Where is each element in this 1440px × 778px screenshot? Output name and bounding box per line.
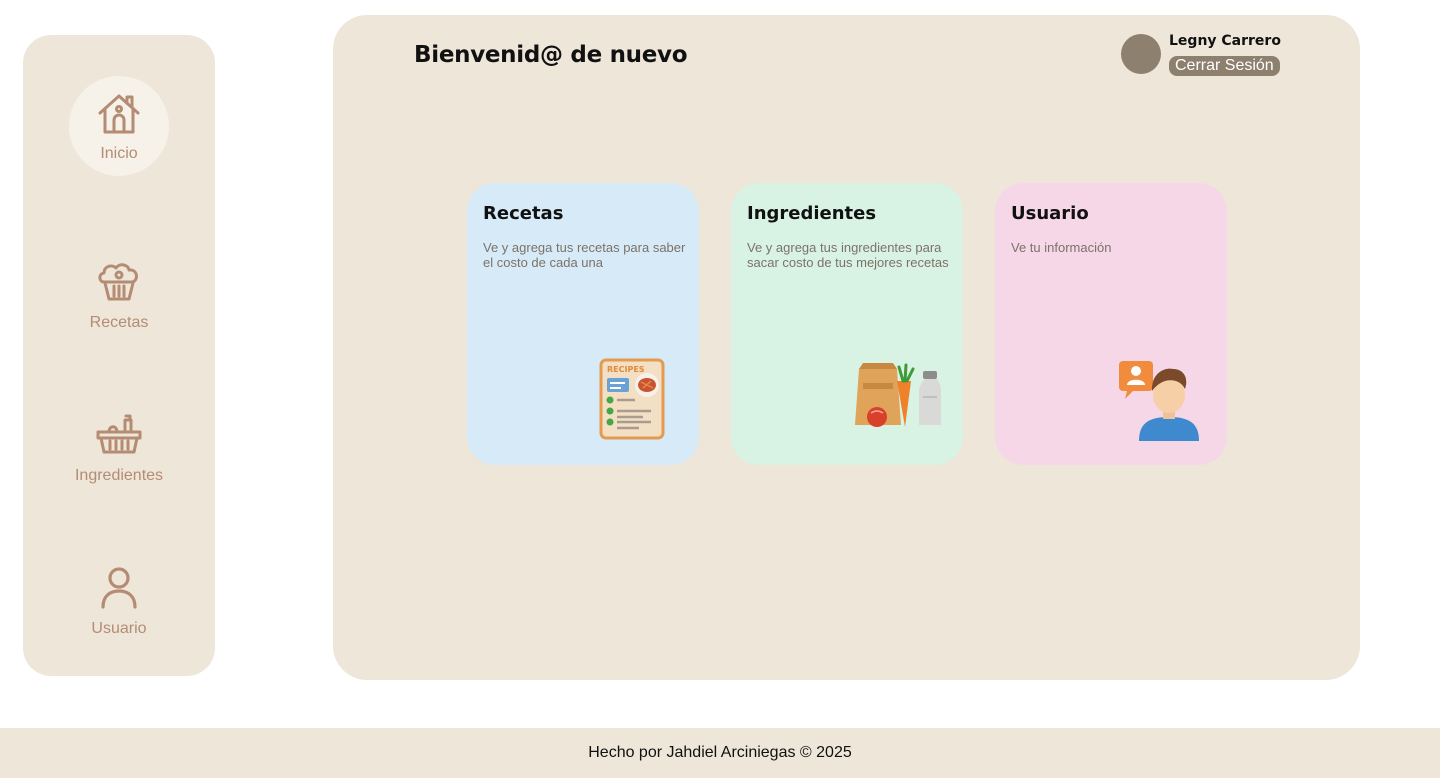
main-panel: Bienvenid@ de nuevo Legny Carrero Cerrar… [333,15,1360,680]
footer: Hecho por Jahdiel Arciniegas © 2025 [0,728,1440,778]
user-profile-icon [1117,359,1203,446]
muffin-icon [95,257,143,310]
card-title: Usuario [1011,203,1089,224]
card-description: Ve y agrega tus ingredientes para sacar … [747,240,949,270]
sidebar-item-recetas[interactable]: Recetas [69,244,169,344]
sidebar-item-label: Inicio [100,144,138,162]
user-name: Legny Carrero [1169,33,1281,49]
card-usuario[interactable]: Usuario Ve tu información [995,183,1227,465]
home-icon [95,90,143,143]
card-title: Recetas [483,203,564,224]
sidebar-item-inicio[interactable]: Inicio [69,76,169,176]
sidebar-item-label: Ingredientes [74,466,164,484]
basket-icon [95,410,143,463]
logout-button[interactable]: Cerrar Sesión [1169,56,1280,76]
card-ingredientes[interactable]: Ingredientes Ve y agrega tus ingrediente… [731,183,963,465]
card-description: Ve tu información [1011,240,1112,255]
sidebar-item-ingredientes[interactable]: Ingredientes [69,397,169,497]
footer-text: Hecho por Jahdiel Arciniegas © 2025 [588,744,852,761]
recipes-document-icon: RECIPES [599,358,665,445]
sidebar-item-label: Recetas [89,313,149,331]
recipes-heading-text: RECIPES [607,365,645,374]
sidebar-item-usuario[interactable]: Usuario [69,550,169,650]
card-title: Ingredientes [747,203,877,224]
sidebar: Inicio Recetas Ingredientes Usuario [23,35,215,676]
avatar[interactable] [1121,34,1161,74]
card-description: Ve y agrega tus recetas para saber el co… [483,240,686,270]
groceries-icon [853,363,949,436]
sidebar-item-label: Usuario [91,619,147,637]
page-title: Bienvenid@ de nuevo [414,42,688,68]
user-icon [95,563,143,616]
card-recetas[interactable]: Recetas Ve y agrega tus recetas para sab… [467,183,699,465]
